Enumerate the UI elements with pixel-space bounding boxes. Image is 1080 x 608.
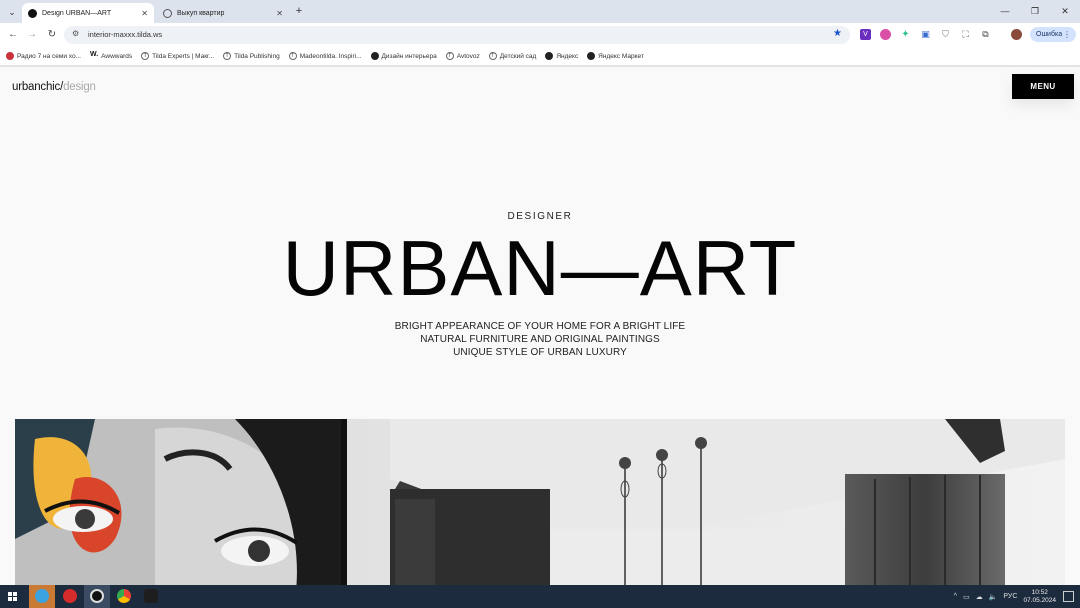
bookmark-item[interactable]: W. Awwwards <box>90 51 132 60</box>
clock-date: 07.05.2024 <box>1023 596 1056 604</box>
bookmark-item[interactable]: Дизайн интерьера <box>370 52 437 60</box>
awwwards-w-icon: W. <box>90 51 99 58</box>
extension-image-icon[interactable]: ▣ <box>920 29 931 40</box>
chevron-down-icon[interactable]: ⌄ <box>4 4 20 20</box>
system-tray: ^ ▭ ☁ 🔈 РУС 10:52 07.05.2024 <box>948 585 1056 608</box>
tray-chevron-up-icon[interactable]: ^ <box>954 593 957 600</box>
tab-vykup-kvartir[interactable]: Выкуп квартир ✕ <box>157 3 289 23</box>
tab-strip: ⌄ Design URBAN—ART ✕ Выкуп квартир ✕ + —… <box>0 0 1080 23</box>
tab-close-icon[interactable]: ✕ <box>276 9 283 18</box>
figma-icon <box>144 589 158 603</box>
notification-center-icon[interactable] <box>1063 591 1074 602</box>
bookmark-item[interactable]: T Avtovoz <box>445 52 480 60</box>
taskbar-figma[interactable] <box>138 585 164 608</box>
bookmark-item[interactable]: T Детский сад <box>488 52 536 60</box>
bookmarks-bar: Радио 7 на семи хо... W. Awwwards T Tilda … <box>0 47 1080 66</box>
opera-icon <box>63 589 77 603</box>
profile-avatar[interactable] <box>1011 29 1022 40</box>
hero-title: URBAN—ART <box>282 224 798 312</box>
onedrive-icon[interactable]: ☁ <box>976 593 983 601</box>
extension-shield-icon[interactable]: ⛉ <box>940 29 951 40</box>
tilda-t-icon: T <box>223 52 232 60</box>
tab-favicon-icon <box>28 8 37 18</box>
bookmark-item[interactable]: T Tilda Experts | Макг... <box>141 52 214 60</box>
taskbar-app[interactable] <box>84 585 110 608</box>
bookmark-item[interactable]: Яндекс Маркет <box>587 52 644 60</box>
extension-v-icon[interactable]: V <box>860 29 871 40</box>
web-page: urbanchic/design MENU DESIGNER URBAN—ART… <box>0 67 1080 585</box>
restore-icon[interactable]: ❐ <box>1020 0 1050 23</box>
minimize-icon[interactable]: — <box>990 0 1020 23</box>
browser-toolbar: ← → ↻ ⚙ interior-maxxx.tilda.ws ★ V ✦ ▣ … <box>0 23 1080 47</box>
extension-sparkle-icon[interactable]: ✦ <box>900 29 911 40</box>
tilda-t-icon: T <box>288 52 297 60</box>
tab-close-icon[interactable]: ✕ <box>141 9 148 18</box>
taskbar-opera[interactable] <box>57 585 83 608</box>
hero-tagline-line: UNIQUE STYLE OF URBAN LUXURY <box>453 347 627 358</box>
globe-icon <box>545 52 554 60</box>
clock-time: 10:52 <box>1031 588 1048 596</box>
hero-tagline-line: BRIGHT APPEARANCE OF YOUR HOME FOR A BRI… <box>394 321 686 332</box>
dark-circle-icon <box>370 52 379 60</box>
bookmark-item[interactable]: T Tilda Publishing <box>223 52 280 60</box>
menu-button[interactable]: MENU <box>1012 74 1074 99</box>
tab-title: Выкуп квартир <box>177 9 225 17</box>
reload-icon[interactable]: ↻ <box>45 28 59 42</box>
bookmark-item[interactable]: T Madeontilda. Inspiri... <box>288 52 362 60</box>
network-icon[interactable]: ▭ <box>963 593 970 601</box>
bookmark-item[interactable]: Яндекс <box>545 52 578 60</box>
error-button[interactable]: Ошибка ⋮ <box>1030 27 1076 42</box>
globe-icon <box>587 52 596 60</box>
back-icon[interactable]: ← <box>6 28 20 42</box>
hero-tagline-line: NATURAL FURNITURE AND ORIGINAL PAINTINGS <box>420 334 660 345</box>
window-controls: — ❐ ✕ <box>990 0 1080 23</box>
error-label: Ошибка <box>1036 31 1063 38</box>
logo-main: urbanchic/ <box>12 81 64 93</box>
start-button[interactable] <box>0 585 26 608</box>
interior-photo-illustration <box>15 419 1065 585</box>
tab-title: Design URBAN—ART <box>42 9 112 17</box>
site-logo[interactable]: urbanchic/design <box>12 81 96 93</box>
windows-taskbar: ^ ▭ ☁ 🔈 РУС 10:52 07.05.2024 <box>0 585 1080 608</box>
tab-design-urban-art[interactable]: Design URBAN—ART ✕ <box>22 3 154 23</box>
hero-interior-photo <box>15 419 1065 585</box>
extension-capture-icon[interactable]: ⛶ <box>960 29 971 40</box>
tilda-t-icon: T <box>488 52 497 60</box>
close-window-icon[interactable]: ✕ <box>1050 0 1080 23</box>
extension-circle-icon[interactable] <box>880 29 891 40</box>
bookmark-item[interactable]: Радио 7 на семи хо... <box>6 52 81 60</box>
taskbar-chrome[interactable] <box>111 585 137 608</box>
radio-icon <box>6 52 14 60</box>
app-icon <box>90 589 104 603</box>
more-menu-icon[interactable]: ⋮ <box>1063 27 1071 42</box>
logo-sub: design <box>63 81 96 93</box>
forward-icon[interactable]: → <box>25 28 39 42</box>
tab-favicon-icon <box>163 8 172 18</box>
language-indicator[interactable]: РУС <box>1003 593 1017 600</box>
chrome-icon <box>117 589 131 603</box>
taskbar-telegram[interactable] <box>29 585 55 608</box>
tilda-t-icon: T <box>445 52 454 60</box>
windows-logo-icon <box>8 592 17 601</box>
site-settings-icon[interactable]: ⚙ <box>72 29 79 38</box>
hero-eyebrow: DESIGNER <box>507 211 573 222</box>
volume-icon[interactable]: 🔈 <box>989 593 998 601</box>
clock[interactable]: 10:52 07.05.2024 <box>1023 589 1056 605</box>
extensions-puzzle-icon[interactable]: ⧉ <box>980 29 991 40</box>
new-tab-button[interactable]: + <box>292 4 306 18</box>
address-bar[interactable]: ⚙ interior-maxxx.tilda.ws ★ <box>64 26 850 44</box>
bookmark-star-icon[interactable]: ★ <box>833 28 842 39</box>
telegram-icon <box>35 589 49 603</box>
tilda-t-icon: T <box>141 52 150 60</box>
url-text[interactable]: interior-maxxx.tilda.ws <box>88 30 162 39</box>
